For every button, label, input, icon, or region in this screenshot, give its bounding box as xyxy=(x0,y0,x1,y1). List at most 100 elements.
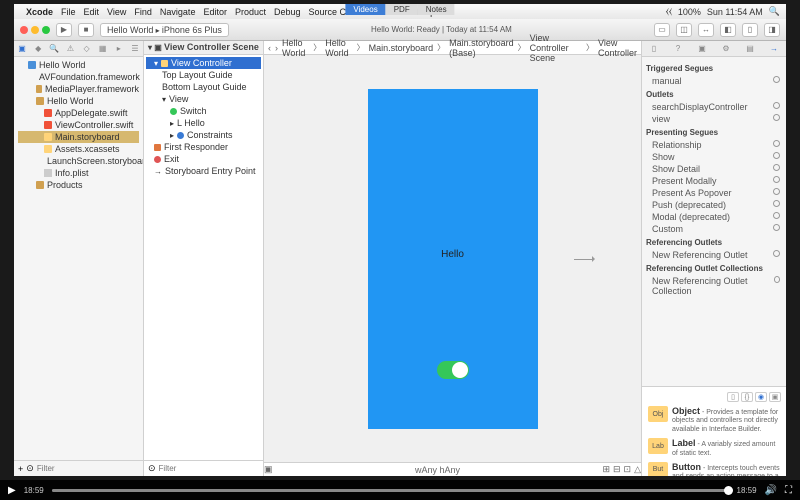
inspector-property[interactable]: searchDisplayController xyxy=(646,101,782,113)
inspector-property[interactable]: Present Modally xyxy=(646,175,782,187)
outline-item[interactable]: ▾ View xyxy=(146,93,261,105)
report-navigator-tab[interactable]: ☰ xyxy=(127,41,143,56)
nav-item[interactable]: LaunchScreen.storyboard xyxy=(18,155,139,167)
nav-item[interactable]: Assets.xcassets xyxy=(18,143,139,155)
nav-item[interactable]: AVFoundation.framework xyxy=(18,71,139,83)
library-item[interactable]: LabLabel - A variably sized amount of st… xyxy=(645,436,783,460)
forward-icon[interactable]: › xyxy=(275,43,278,53)
zoom-button[interactable] xyxy=(42,26,50,34)
inspector-property[interactable]: Show xyxy=(646,151,782,163)
nav-folder[interactable]: Hello World xyxy=(18,95,139,107)
nav-item[interactable]: AppDelegate.swift xyxy=(18,107,139,119)
canvas-stage[interactable]: Hello xyxy=(264,55,641,462)
size-class-bar[interactable]: ▣ wAny hAny ⊞ ⊟ ⊡ △ xyxy=(264,462,641,476)
nav-item[interactable]: MediaPlayer.framework xyxy=(18,83,139,95)
add-icon[interactable]: + xyxy=(18,464,23,474)
outline-item[interactable]: Top Layout Guide xyxy=(146,69,261,81)
outline-toggle-icon[interactable]: ▣ xyxy=(264,464,273,475)
symbol-navigator-tab[interactable]: ◆ xyxy=(30,41,46,56)
jump-bar[interactable]: ‹ › Hello World〉 Hello World〉 Main.story… xyxy=(264,41,641,55)
volume-icon[interactable]: 🔊 xyxy=(765,485,777,496)
object-library-tab[interactable]: ◉ xyxy=(755,392,767,402)
inspector-property[interactable]: Push (deprecated) xyxy=(646,199,782,211)
library-item[interactable]: ButButton - Intercepts touch events and … xyxy=(645,460,783,476)
identity-inspector-tab[interactable]: ▣ xyxy=(690,41,714,56)
inspector-property[interactable]: New Referencing Outlet xyxy=(646,249,782,261)
editor-mode-standard[interactable]: ▭ xyxy=(654,23,670,37)
wifi-icon[interactable]: ⧼⧼ xyxy=(666,6,672,17)
debug-navigator-tab[interactable]: ▦ xyxy=(95,41,111,56)
search-icon[interactable]: 🔍 xyxy=(769,6,780,17)
inspector-property[interactable]: Present As Popover xyxy=(646,187,782,199)
progress-track[interactable] xyxy=(52,489,729,492)
filter-input[interactable] xyxy=(37,464,147,473)
media-library-tab[interactable]: ▣ xyxy=(769,392,781,402)
menu-file[interactable]: File xyxy=(61,7,76,17)
file-template-tab[interactable]: ▯ xyxy=(727,392,739,402)
project-root[interactable]: Hello World xyxy=(18,59,139,71)
project-navigator-tab[interactable]: ▣ xyxy=(14,41,30,56)
library-item[interactable]: ObjObject - Provides a template for obje… xyxy=(645,404,783,436)
app-menu[interactable]: Xcode xyxy=(26,7,53,17)
nav-item[interactable]: ViewController.swift xyxy=(18,119,139,131)
menu-view[interactable]: View xyxy=(107,7,126,17)
quick-help-tab[interactable]: ? xyxy=(666,41,690,56)
connections-inspector-tab[interactable]: → xyxy=(762,41,786,56)
pin-icon[interactable]: ⊡ xyxy=(624,464,632,475)
nav-folder[interactable]: Products xyxy=(18,179,139,191)
fullscreen-icon[interactable]: ⛶ xyxy=(785,485,792,496)
back-icon[interactable]: ‹ xyxy=(268,43,271,53)
tab-notes[interactable]: Notes xyxy=(418,4,455,15)
menu-product[interactable]: Product xyxy=(235,7,266,17)
inspector-property[interactable]: Show Detail xyxy=(646,163,782,175)
code-snippet-tab[interactable]: {} xyxy=(741,392,753,402)
align-icon[interactable]: ⊟ xyxy=(613,464,621,475)
menu-debug[interactable]: Debug xyxy=(274,7,301,17)
inspector-property[interactable]: Modal (deprecated) xyxy=(646,211,782,223)
tab-pdf[interactable]: PDF xyxy=(386,4,418,15)
inspector-property[interactable]: Custom xyxy=(646,223,782,235)
view-controller-canvas[interactable]: Hello xyxy=(368,89,538,429)
inspector-property[interactable]: manual xyxy=(646,75,782,87)
scheme-selector[interactable]: Hello World ▸ iPhone 6s Plus xyxy=(100,23,229,37)
issue-navigator-tab[interactable]: ⚠ xyxy=(62,41,78,56)
file-inspector-tab[interactable]: ▯ xyxy=(642,41,666,56)
editor-mode-version[interactable]: ↔ xyxy=(698,23,714,37)
menu-navigate[interactable]: Navigate xyxy=(160,7,196,17)
outline-item[interactable]: ▸ L Hello xyxy=(146,117,261,129)
inspector-property[interactable]: New Referencing Outlet Collection xyxy=(646,275,782,297)
outline-item[interactable]: Switch xyxy=(146,105,261,117)
toggle-navigator[interactable]: ◧ xyxy=(720,23,736,37)
minimize-button[interactable] xyxy=(31,26,39,34)
resolve-icon[interactable]: △ xyxy=(634,464,641,475)
menu-find[interactable]: Find xyxy=(134,7,152,17)
outline-item[interactable]: Exit xyxy=(146,153,261,165)
nav-item[interactable]: Info.plist xyxy=(18,167,139,179)
run-button[interactable]: ▶ xyxy=(56,23,72,37)
outline-item-selected[interactable]: ▾ View Controller xyxy=(146,57,261,69)
tab-videos[interactable]: Videos xyxy=(345,4,385,15)
toggle-debug[interactable]: ▯ xyxy=(742,23,758,37)
outline-item[interactable]: → Storyboard Entry Point xyxy=(146,165,261,177)
outline-filter-input[interactable] xyxy=(159,464,269,473)
switch-control[interactable] xyxy=(437,361,469,379)
stop-button[interactable]: ■ xyxy=(78,23,94,37)
constraint-icon[interactable]: ⊞ xyxy=(602,464,610,475)
test-navigator-tab[interactable]: ◇ xyxy=(79,41,95,56)
outline-item[interactable]: Bottom Layout Guide xyxy=(146,81,261,93)
outline-item[interactable]: ▸ Constraints xyxy=(146,129,261,141)
menu-edit[interactable]: Edit xyxy=(84,7,100,17)
attributes-inspector-tab[interactable]: ⚙ xyxy=(714,41,738,56)
menu-editor[interactable]: Editor xyxy=(203,7,227,17)
editor-mode-assistant[interactable]: ◫ xyxy=(676,23,692,37)
hello-label[interactable]: Hello xyxy=(368,249,538,260)
play-button[interactable]: ▶ xyxy=(8,485,16,496)
find-navigator-tab[interactable]: 🔍 xyxy=(46,41,62,56)
clock[interactable]: Sun 11:54 AM xyxy=(707,7,763,17)
nav-item-selected[interactable]: Main.storyboard xyxy=(18,131,139,143)
outline-item[interactable]: First Responder xyxy=(146,141,261,153)
size-inspector-tab[interactable]: ▤ xyxy=(738,41,762,56)
breakpoint-navigator-tab[interactable]: ▸ xyxy=(111,41,127,56)
close-button[interactable] xyxy=(20,26,28,34)
inspector-property[interactable]: view xyxy=(646,113,782,125)
